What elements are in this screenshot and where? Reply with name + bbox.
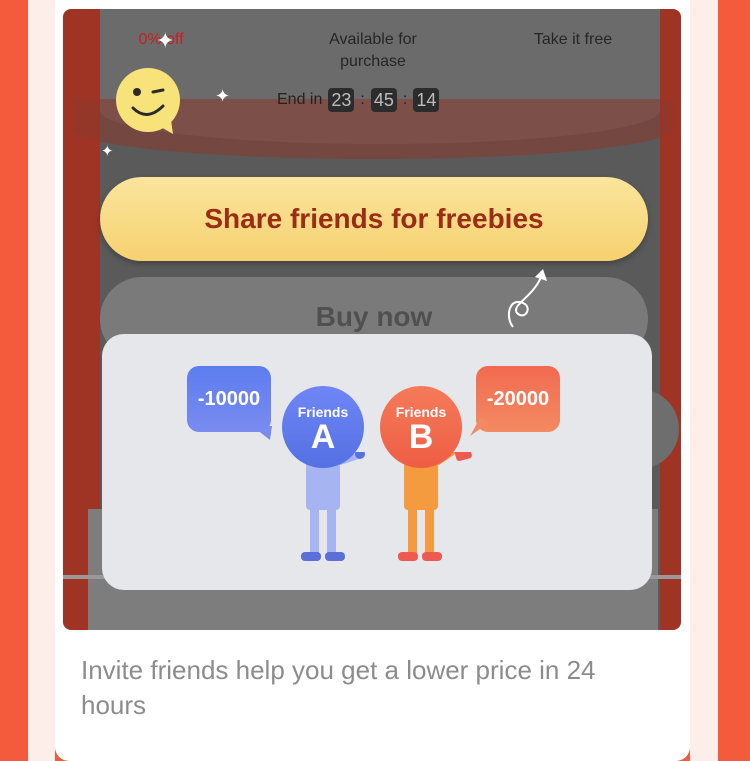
friend-b-body-icon <box>398 452 472 561</box>
friend-a-head: Friends A <box>282 386 364 468</box>
bubble-tail <box>470 418 490 436</box>
timer-hours: 23 <box>328 88 355 112</box>
left-border <box>0 0 28 761</box>
right-gutter <box>690 0 718 761</box>
friend-b-letter: B <box>408 418 434 456</box>
curly-arrow-icon <box>507 269 547 328</box>
right-border <box>718 0 750 761</box>
friends-popup: -10000 -20000 Friends A Friends B <box>102 334 652 590</box>
available-stat: Available for purchase <box>329 31 417 70</box>
countdown-timer: End in 23 : 45 : 14 <box>277 88 440 112</box>
bubble-tail <box>252 426 272 440</box>
timer-minutes: 45 <box>370 88 397 112</box>
timer-separator: : <box>360 91 365 108</box>
left-gutter <box>28 0 55 761</box>
friend-b-head: Friends B <box>380 386 462 468</box>
friend-a-body-icon <box>301 452 366 561</box>
take-free-stat: Take it free <box>533 31 613 48</box>
share-friends-button[interactable]: Share friends for freebies <box>100 177 648 261</box>
sparkle-icon: ✦ <box>156 28 175 53</box>
friend-a-amount-bubble: -10000 <box>187 366 271 432</box>
feature-caption: Invite friends help you get a lower pric… <box>81 655 596 720</box>
friend-a-letter: A <box>310 418 336 456</box>
timer-separator: : <box>402 91 408 108</box>
timer-seconds: 14 <box>413 88 440 112</box>
sparkle-icon: ✦ <box>101 143 114 160</box>
sparkle-icon: ✦ <box>215 86 231 106</box>
wink-emoji-icon <box>116 68 180 134</box>
timer-label: End in <box>277 91 323 108</box>
